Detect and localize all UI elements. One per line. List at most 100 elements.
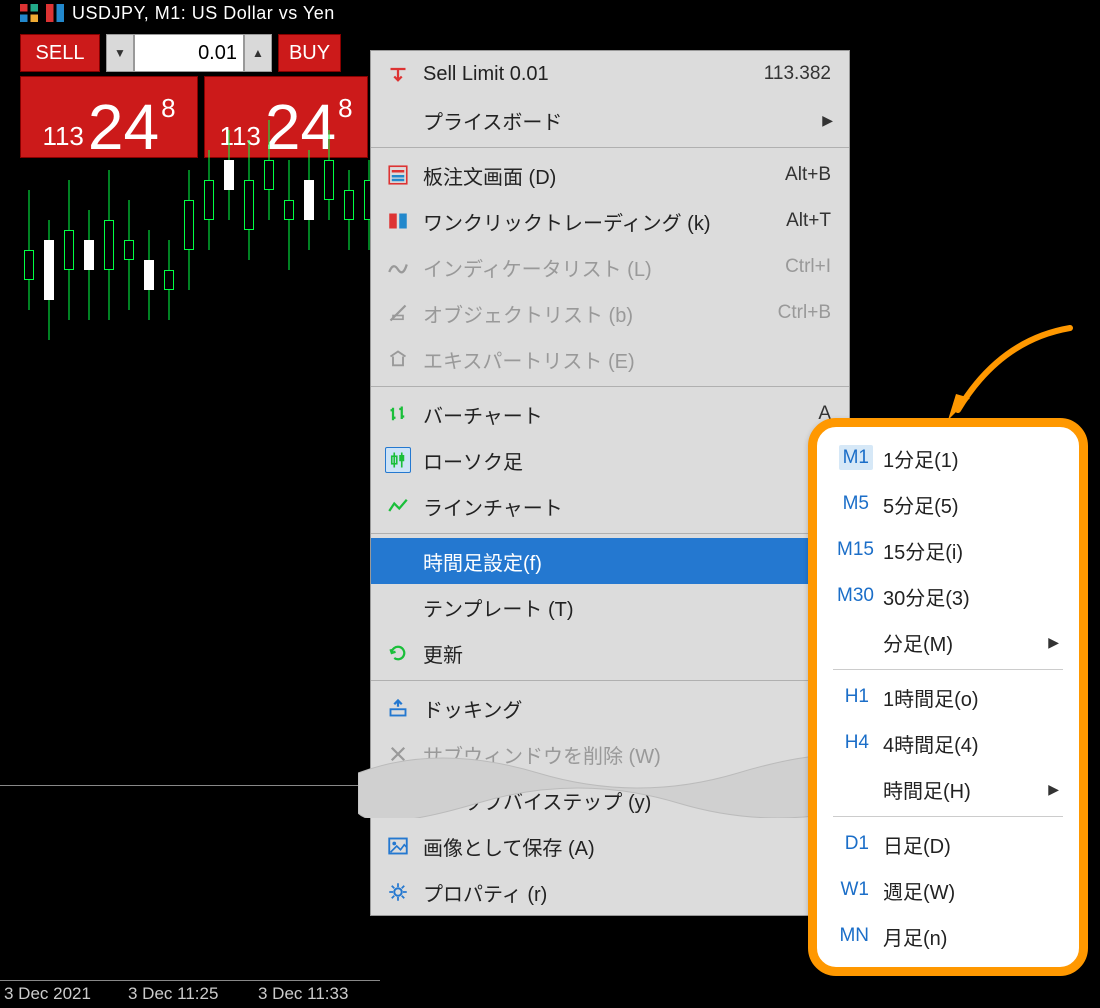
- timeframe-submenu[interactable]: M11分足(1)M55分足(5)M1515分足(i)M3030分足(3)分足(M…: [808, 418, 1088, 976]
- menu-item-label: エキスパートリスト (E): [423, 345, 849, 374]
- one-click-icon: [385, 208, 411, 234]
- menu-separator: [371, 147, 849, 148]
- expert-icon: [385, 346, 411, 372]
- timeframe-label: 1時間足(o): [883, 683, 1077, 712]
- sell-button[interactable]: SELL: [20, 34, 100, 72]
- menu-item-shortcut: Ctrl+I: [785, 256, 831, 278]
- timeframe-item[interactable]: M11分足(1): [819, 435, 1077, 481]
- menu-item-label: ステップバイステップ (y): [423, 786, 849, 815]
- menu-item[interactable]: プロパティ (r): [371, 869, 849, 915]
- timeframe-code: W1: [833, 879, 883, 901]
- time-axis: 3 Dec 2021 3 Dec 11:25 3 Dec 11:33: [0, 980, 380, 1008]
- menu-item: エキスパートリスト (E): [371, 336, 849, 382]
- timeframe-code: M1: [833, 447, 883, 469]
- chart-title-bar: USDJPY, M1: US Dollar vs Yen: [0, 0, 335, 26]
- timeframe-item[interactable]: D1日足(D): [819, 821, 1077, 867]
- depth-icon: [385, 162, 411, 188]
- timeframe-label: 5分足(5): [883, 490, 1077, 519]
- menu-separator: [833, 669, 1063, 670]
- volume-input[interactable]: 0.01: [134, 34, 244, 72]
- image-icon: [385, 833, 411, 859]
- menu-item[interactable]: 画像として保存 (A): [371, 823, 849, 869]
- menu-separator: [371, 680, 849, 681]
- menu-item: サブウィンドウを削除 (W): [371, 731, 849, 777]
- grid-icon: [20, 4, 38, 22]
- timeframe-item[interactable]: M1515分足(i): [819, 527, 1077, 573]
- time-tick: 3 Dec 2021: [4, 984, 91, 1004]
- menu-item-label: プロパティ (r): [423, 878, 849, 907]
- menu-item-shortcut: Ctrl+B: [778, 302, 831, 324]
- step-icon: [385, 787, 411, 813]
- time-tick: 3 Dec 11:25: [128, 984, 218, 1004]
- menu-item: オブジェクトリスト (b)Ctrl+B: [371, 290, 849, 336]
- timeframe-label: 1分足(1): [883, 444, 1077, 473]
- menu-item[interactable]: バーチャートA: [371, 391, 849, 437]
- properties-icon: [385, 879, 411, 905]
- menu-item-label: バーチャート: [423, 400, 849, 429]
- menu-item[interactable]: プライスボード▶: [371, 97, 849, 143]
- timeframe-code: H4: [833, 732, 883, 754]
- chart-context-menu[interactable]: Sell Limit 0.01113.382プライスボード▶板注文画面 (D)A…: [370, 50, 850, 916]
- menu-item: インディケータリスト (L)Ctrl+I: [371, 244, 849, 290]
- refresh-icon: [385, 640, 411, 666]
- chart-window: USDJPY, M1: US Dollar vs Yen SELL ▼ 0.01…: [0, 0, 1100, 1008]
- chart-title: USDJPY, M1: US Dollar vs Yen: [72, 3, 335, 24]
- candlestick-area[interactable]: [20, 140, 420, 520]
- menu-item[interactable]: 時間足設定(f): [371, 538, 849, 584]
- timeframe-item[interactable]: 分足(M)▶: [819, 619, 1077, 665]
- timeframe-label: 日足(D): [883, 830, 1077, 859]
- timeframe-label: 4時間足(4): [883, 729, 1077, 758]
- menu-separator: [371, 386, 849, 387]
- timeframe-label: 30分足(3): [883, 582, 1077, 611]
- timeframe-item[interactable]: H44時間足(4): [819, 720, 1077, 766]
- object-icon: [385, 300, 411, 326]
- timeframe-label: 週足(W): [883, 876, 1077, 905]
- menu-item-shortcut: Alt+B: [785, 164, 831, 186]
- timeframe-item[interactable]: W1週足(W): [819, 867, 1077, 913]
- menu-separator: [371, 533, 849, 534]
- annotation-arrow-icon: [940, 320, 1080, 430]
- timeframe-item[interactable]: MN月足(n): [819, 913, 1077, 959]
- timeframe-code: M15: [833, 539, 883, 561]
- timeframe-item[interactable]: M3030分足(3): [819, 573, 1077, 619]
- menu-item-shortcut: 113.382: [764, 63, 831, 85]
- docking-icon: [385, 695, 411, 721]
- menu-item[interactable]: 更新: [371, 630, 849, 676]
- timeframe-item[interactable]: M55分足(5): [819, 481, 1077, 527]
- one-click-icon: [46, 4, 64, 22]
- menu-item-shortcut: Alt+T: [786, 210, 831, 232]
- buy-button[interactable]: BUY: [278, 34, 341, 72]
- menu-item[interactable]: ラインチャートA: [371, 483, 849, 529]
- menu-item-label: ラインチャート: [423, 492, 849, 521]
- volume-up-button[interactable]: ▲: [244, 34, 272, 72]
- indicator-icon: [385, 254, 411, 280]
- timeframe-item[interactable]: H11時間足(o): [819, 674, 1077, 720]
- timeframe-code: MN: [833, 925, 883, 947]
- timeframe-code: M5: [833, 493, 883, 515]
- menu-item[interactable]: Sell Limit 0.01113.382: [371, 51, 849, 97]
- timeframe-code: M30: [833, 585, 883, 607]
- bar-chart-icon: [385, 401, 411, 427]
- menu-item-label: プライスボード: [423, 106, 849, 135]
- volume-stepper[interactable]: ▼ 0.01 ▲: [106, 34, 272, 72]
- menu-item-label: ドッキング: [423, 694, 849, 723]
- ask-line: [0, 785, 380, 786]
- menu-item[interactable]: ステップバイステップ (y): [371, 777, 849, 823]
- timeframe-label: 15分足(i): [883, 536, 1077, 565]
- volume-down-button[interactable]: ▼: [106, 34, 134, 72]
- menu-item-label: サブウィンドウを削除 (W): [423, 740, 849, 769]
- menu-item[interactable]: テンプレート (T): [371, 584, 849, 630]
- menu-item-label: 画像として保存 (A): [423, 832, 849, 861]
- menu-item[interactable]: ローソク足A: [371, 437, 849, 483]
- menu-item[interactable]: 板注文画面 (D)Alt+B: [371, 152, 849, 198]
- trade-panel: SELL ▼ 0.01 ▲ BUY: [20, 34, 341, 72]
- submenu-arrow-icon: ▶: [1048, 781, 1059, 798]
- menu-item[interactable]: ワンクリックトレーディング (k)Alt+T: [371, 198, 849, 244]
- menu-item-label: 更新: [423, 639, 849, 668]
- timeframe-item[interactable]: 時間足(H)▶: [819, 766, 1077, 812]
- submenu-arrow-icon: ▶: [822, 112, 833, 129]
- sell-icon: [385, 61, 411, 87]
- menu-item[interactable]: ドッキングA: [371, 685, 849, 731]
- timeframe-code: H1: [833, 686, 883, 708]
- timeframe-code: D1: [833, 833, 883, 855]
